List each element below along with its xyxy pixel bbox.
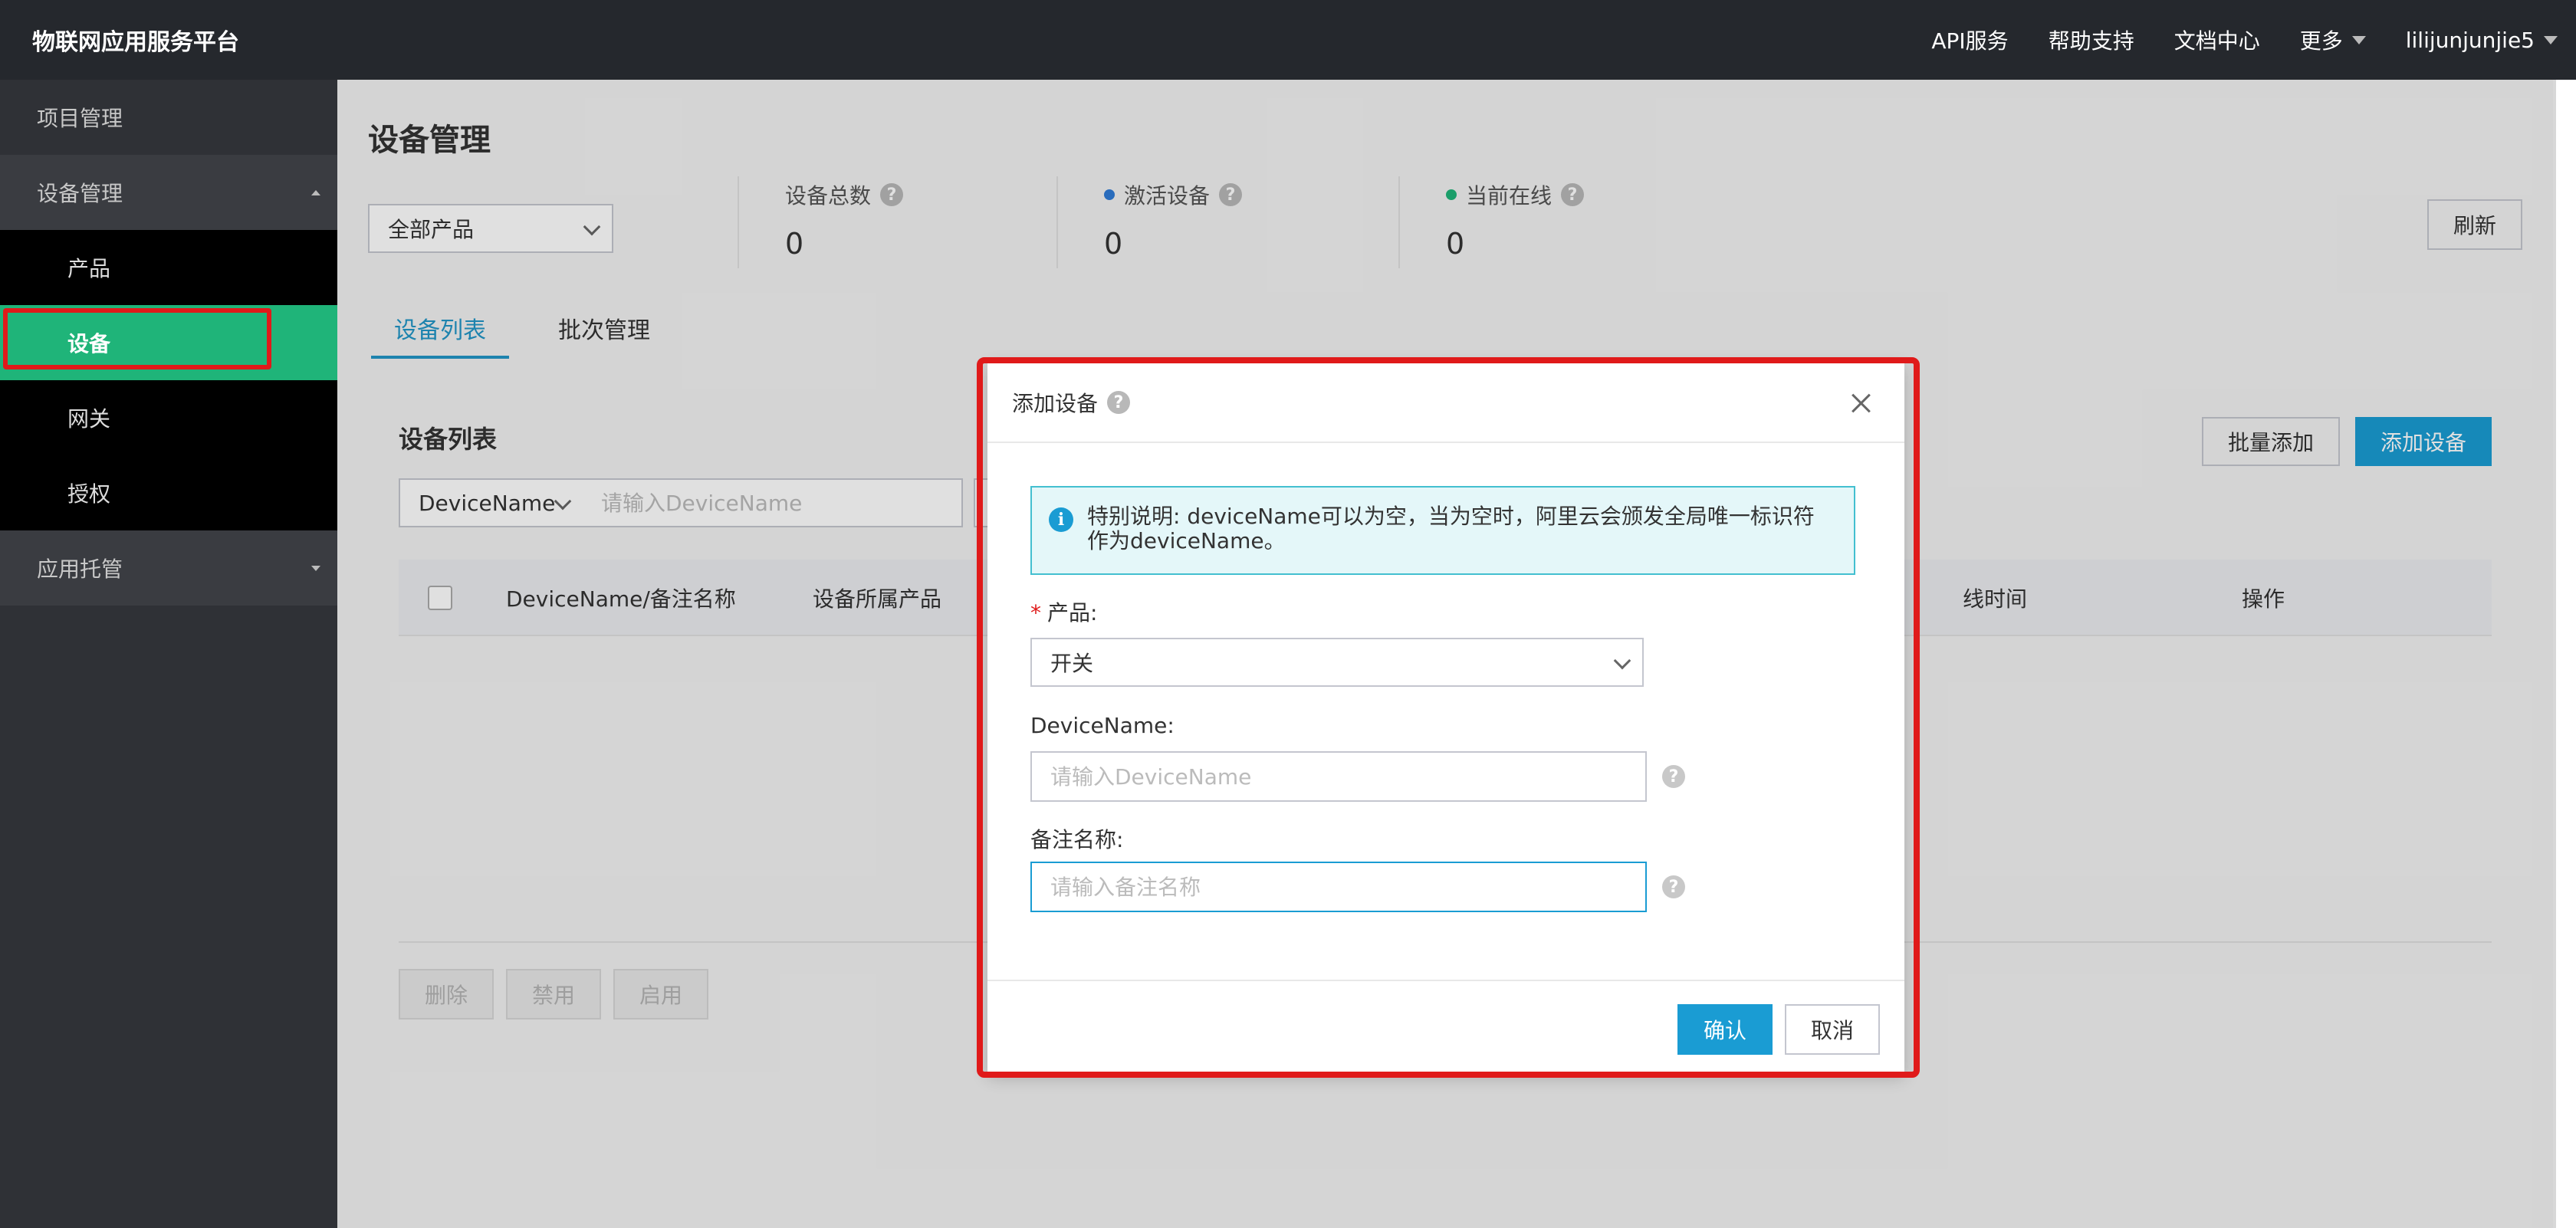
nav-docs-center[interactable]: 文档中心 <box>2174 25 2260 55</box>
caret-down-icon <box>311 565 320 571</box>
nav-label: 文档中心 <box>2174 28 2260 54</box>
brand-title[interactable]: 物联网应用服务平台 <box>32 23 239 57</box>
dialog-footer-divider <box>987 980 1904 981</box>
sidebar-submenu: 产品 设备 网关 授权 <box>0 230 337 530</box>
scrollbar-track[interactable] <box>2553 80 2576 1228</box>
product-field-label: * 产品: <box>1030 596 1097 627</box>
sidebar: 项目管理 设备管理 产品 设备 网关 授权 应用托管 <box>0 80 337 1228</box>
remark-input[interactable] <box>1030 862 1647 912</box>
sidebar-item-authorization[interactable]: 授权 <box>0 455 337 530</box>
info-icon: i <box>1049 507 1073 532</box>
top-nav: API服务 帮助支持 文档中心 更多 lilijunjunjie5 <box>1931 0 2576 80</box>
cancel-button[interactable]: 取消 <box>1785 1004 1880 1055</box>
notice-line: 作为deviceName。 <box>1087 528 1286 553</box>
sidebar-group-project[interactable]: 项目管理 <box>0 80 337 155</box>
remark-field-label: 备注名称: <box>1030 827 1124 852</box>
sidebar-item-label: 网关 <box>67 406 111 432</box>
add-device-dialog: 添加设备 ? i 特别说明: deviceName可以为空，当为空时，阿里云会颁… <box>987 363 1904 1075</box>
highlight-box <box>3 308 271 369</box>
caret-down-icon <box>2544 35 2558 44</box>
sidebar-group-device-management[interactable]: 设备管理 <box>0 155 337 230</box>
sidebar-item-product[interactable]: 产品 <box>0 230 337 305</box>
help-icon[interactable]: ? <box>1662 875 1685 898</box>
nav-more[interactable]: 更多 <box>2300 25 2366 55</box>
top-bar: 物联网应用服务平台 API服务 帮助支持 文档中心 更多 lilijunjunj… <box>0 0 2576 80</box>
confirm-button[interactable]: 确认 <box>1677 1004 1773 1055</box>
sidebar-item-gateway[interactable]: 网关 <box>0 380 337 455</box>
info-notice: i 特别说明: deviceName可以为空，当为空时，阿里云会颁发全局唯一标识… <box>1030 486 1855 575</box>
sidebar-item-label: 产品 <box>67 256 111 281</box>
dialog-title: 添加设备 <box>1012 391 1099 416</box>
nav-api-services[interactable]: API服务 <box>1931 25 2008 55</box>
sidebar-group-app-hosting[interactable]: 应用托管 <box>0 530 337 606</box>
sidebar-item-label: 授权 <box>67 481 111 507</box>
close-icon[interactable] <box>1849 391 1874 415</box>
help-icon[interactable]: ? <box>1662 765 1685 788</box>
nav-label: 更多 <box>2299 28 2343 54</box>
product-select[interactable]: 开关 <box>1030 638 1644 687</box>
scrollbar-edge <box>2553 80 2556 1228</box>
caret-up-icon <box>311 189 320 195</box>
field-label-text: 产品: <box>1047 600 1098 625</box>
required-marker: * <box>1030 600 1041 625</box>
nav-help-support[interactable]: 帮助支持 <box>2049 25 2134 55</box>
nav-label: API服务 <box>1931 28 2009 54</box>
dialog-header: 添加设备 ? <box>987 363 1904 443</box>
sidebar-item-device[interactable]: 设备 <box>0 305 337 380</box>
user-menu[interactable]: lilijunjunjie5 <box>2406 28 2558 53</box>
devicename-input[interactable] <box>1030 751 1647 802</box>
sidebar-group-label: 设备管理 <box>37 181 123 206</box>
product-select-value: 开关 <box>1050 651 1094 676</box>
nav-label: 帮助支持 <box>2048 28 2134 54</box>
devicename-field-label: DeviceName: <box>1030 713 1175 738</box>
sidebar-group-label: 项目管理 <box>37 106 123 131</box>
notice-line: 特别说明: deviceName可以为空，当为空时，阿里云会颁发全局唯一标识符 <box>1087 504 1815 529</box>
caret-down-icon <box>2351 35 2366 44</box>
chevron-down-icon <box>1613 652 1631 670</box>
username: lilijunjunjie5 <box>2405 27 2535 53</box>
help-icon[interactable]: ? <box>1107 391 1131 414</box>
sidebar-group-label: 应用托管 <box>37 557 123 582</box>
